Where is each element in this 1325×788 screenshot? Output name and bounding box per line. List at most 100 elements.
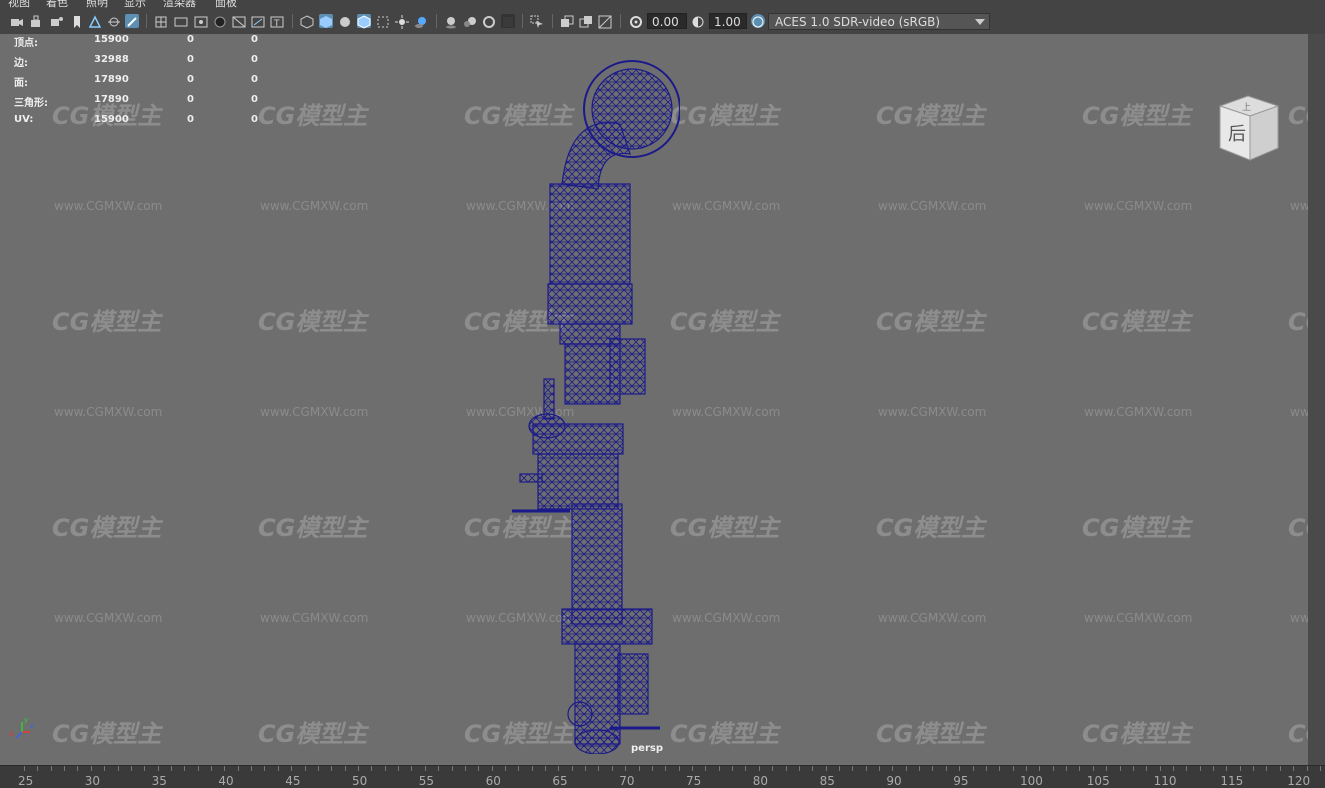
watermark-logo: CG模型主	[258, 102, 368, 130]
screen-space-ao-icon[interactable]	[444, 14, 458, 29]
grease-pencil-icon[interactable]	[125, 14, 139, 28]
isolate-select-icon[interactable]	[530, 14, 544, 28]
timeline-tick-label: 25	[18, 774, 34, 788]
watermark-logo: CG模型主	[876, 308, 986, 336]
timeline-tick-label: 120	[1287, 774, 1311, 788]
timeline-tick-mark	[1012, 766, 1014, 771]
watermark-url: www.CGMXW.com	[1084, 199, 1193, 213]
viewport-persp[interactable]: CG模型主 CG模型主 CG模型主 CG模型主 www.CGMXW.com www.CGM…	[0, 34, 1308, 765]
image-plane-icon[interactable]	[88, 14, 102, 28]
timeline-tick-mark	[24, 766, 25, 771]
menu-item-view[interactable]: 视图	[8, 0, 30, 8]
timeline-tick-mark	[1026, 766, 1027, 771]
xray-joints-icon[interactable]	[560, 14, 574, 28]
color-space-select[interactable]: ACES 1.0 SDR-video (sRGB)	[768, 13, 990, 30]
viewcube-face-label: 后	[1228, 124, 1246, 145]
timeline-tick-label: 105	[1086, 774, 1110, 788]
timeline-tick-label: 95	[953, 774, 969, 788]
timeline-tick-mark	[157, 766, 159, 771]
timeline-tick-mark	[892, 766, 894, 771]
gate-mask-icon[interactable]	[213, 14, 227, 28]
field-chart-icon[interactable]	[232, 14, 246, 28]
chevron-down-icon	[975, 19, 985, 25]
timeline-tick-mark	[999, 766, 1001, 771]
smooth-shade-icon[interactable]	[319, 14, 333, 28]
timeline-tick-mark	[1239, 766, 1241, 771]
wireframe-on-shaded-icon[interactable]	[357, 14, 371, 29]
timeline-tick-mark	[277, 766, 279, 771]
timeline-tick-mark	[518, 766, 520, 771]
film-gate-icon[interactable]	[174, 14, 188, 28]
2d-pan-icon[interactable]	[107, 14, 121, 28]
watermark-url: www.CGMXW.com	[1290, 611, 1308, 625]
watermark-url: www.CGMXW.com	[1084, 405, 1193, 419]
timeline-tick-mark	[170, 766, 172, 771]
shadows-icon[interactable]	[414, 14, 428, 28]
timeline-tick-mark	[1306, 766, 1308, 771]
timeline-tick-mark	[344, 766, 346, 771]
timeline-tick-mark	[985, 766, 987, 771]
watermark-logo: CG模型主	[876, 720, 986, 748]
bounding-box-icon[interactable]	[598, 14, 612, 29]
color-management-icon[interactable]	[751, 14, 765, 28]
pipe-wireframe-model[interactable]	[500, 54, 680, 754]
xray-active-icon[interactable]	[579, 14, 593, 28]
xray-icon[interactable]	[376, 14, 390, 28]
watermark-url: www.CGMXW.com	[1290, 199, 1308, 213]
watermark-logo: CG模型主	[670, 102, 780, 130]
timeline-tick-mark	[504, 766, 506, 771]
exposure-field[interactable]: 0.00	[647, 13, 687, 29]
timeline-tick-mark	[1213, 766, 1215, 771]
timeline-tick-label: 30	[84, 774, 101, 788]
grid-icon[interactable]	[154, 14, 168, 28]
camera-attr-icon[interactable]	[50, 14, 64, 28]
panel-toolbar: T 0.00 1.00 ACES 1.0 SDR-video (sRGB)	[0, 8, 1325, 35]
resolution-gate-icon[interactable]	[194, 14, 208, 28]
menu-item-shading[interactable]: 着色	[46, 0, 68, 8]
timeline-tick-mark	[37, 766, 39, 771]
menu-item-lighting[interactable]: 照明	[86, 0, 108, 8]
bookmark-icon[interactable]	[70, 14, 84, 28]
view-cube[interactable]: 后 上	[1216, 94, 1282, 164]
lights-icon[interactable]	[395, 14, 409, 29]
camera-lock-icon[interactable]	[30, 14, 44, 28]
timeline-tick-mark	[398, 766, 400, 771]
anti-alias-icon[interactable]	[482, 14, 496, 28]
camera-icon[interactable]	[10, 14, 24, 28]
default-material-icon[interactable]	[338, 14, 352, 28]
timeline-tick-mark	[411, 766, 413, 771]
watermark-logo: CG模型主	[1288, 308, 1308, 336]
safe-action-icon[interactable]	[251, 14, 265, 28]
timeline-tick-mark	[545, 766, 547, 771]
camera-label: persp	[631, 743, 663, 754]
time-slider[interactable]: 25 30 35 40 45 50 55 60 65 70 75 80 85 90 95 100 105 110 1…	[0, 765, 1325, 788]
menu-item-panels[interactable]: 面板	[215, 0, 237, 8]
timeline-tick-label: 70	[619, 774, 635, 788]
wireframe-icon[interactable]	[300, 14, 314, 29]
timeline-tick-mark	[665, 766, 667, 771]
depth-of-field-icon[interactable]	[501, 14, 515, 28]
safe-title-icon[interactable]: T	[270, 14, 284, 29]
timeline-tick-mark	[798, 766, 800, 771]
motion-blur-icon[interactable]	[463, 14, 477, 28]
timeline-tick-mark	[1293, 766, 1295, 771]
watermark-logo: CG模型主	[876, 514, 986, 542]
timeline-tick-mark	[251, 766, 253, 771]
timeline-tick-mark	[732, 766, 734, 771]
watermark-logo: CG模型主	[876, 102, 986, 130]
timeline-tick-mark	[317, 766, 319, 771]
gamma-field[interactable]: 1.00	[709, 13, 747, 29]
watermark-logo: CG模型主	[258, 514, 368, 542]
timeline-tick-mark	[424, 766, 426, 771]
exposure-icon[interactable]	[629, 14, 643, 28]
timeline-tick-mark	[585, 766, 587, 771]
timeline-tick-mark	[1079, 766, 1081, 771]
gamma-icon[interactable]	[691, 14, 705, 28]
timeline-tick-mark	[491, 766, 493, 771]
menu-item-renderer[interactable]: 渲染器	[163, 0, 196, 8]
timeline-tick-mark	[197, 766, 199, 771]
timeline-tick-label: 110	[1153, 774, 1177, 788]
watermark-url: www.CGMXW.com	[54, 405, 163, 419]
timeline-tick-label: 65	[552, 774, 568, 788]
menu-item-show[interactable]: 显示	[124, 0, 146, 8]
